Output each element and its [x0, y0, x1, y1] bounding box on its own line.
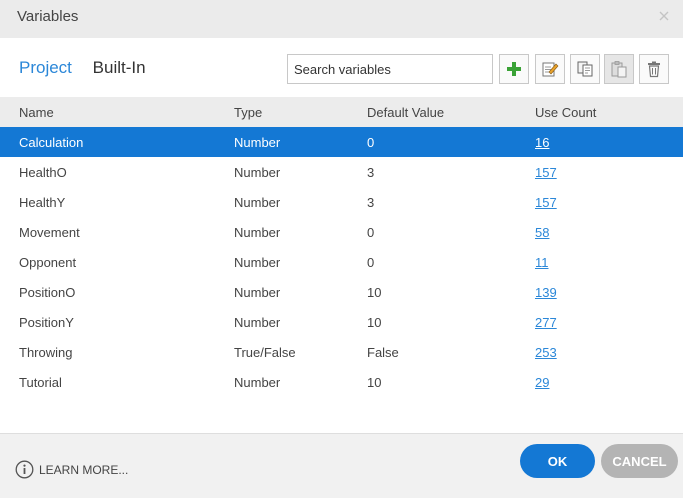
column-header-type[interactable]: Type [234, 105, 262, 120]
variable-type: Number [234, 375, 281, 390]
title-bar: Variables [0, 0, 683, 38]
variable-name: PositionY [19, 315, 74, 330]
column-header-default-value[interactable]: Default Value [367, 105, 444, 120]
variable-name: Opponent [19, 255, 77, 270]
variable-default-value: 0 [367, 135, 375, 150]
table-row[interactable]: Tutorial Number 10 29 [0, 367, 683, 397]
use-count-link[interactable]: 16 [535, 135, 549, 150]
copy-icon [577, 61, 593, 77]
use-count-link[interactable]: 29 [535, 375, 549, 390]
paste-variable-button[interactable] [604, 54, 634, 84]
delete-icon [648, 61, 660, 78]
delete-variable-button[interactable] [639, 54, 669, 84]
variable-default-value: 10 [367, 375, 382, 390]
variable-type: Number [234, 255, 281, 270]
variable-name: Throwing [19, 345, 73, 360]
learn-more-link[interactable]: LEARN MORE... [15, 460, 128, 479]
table-header: Name Type Default Value Use Count [0, 97, 683, 127]
variable-type: Number [234, 285, 281, 300]
variable-type: Number [234, 135, 281, 150]
variable-name: Tutorial [19, 375, 62, 390]
variable-default-value: 0 [367, 255, 375, 270]
info-icon [15, 460, 34, 479]
table-row[interactable]: HealthO Number 3 157 [0, 157, 683, 187]
window-title: Variables [17, 8, 79, 25]
variable-name: HealthY [19, 195, 66, 210]
variables-table: Calculation Number 0 16 HealthO Number 3… [0, 127, 683, 397]
variable-type: Number [234, 165, 281, 180]
use-count-link[interactable]: 253 [535, 345, 557, 360]
add-icon [507, 62, 521, 76]
table-row[interactable]: PositionO Number 10 139 [0, 277, 683, 307]
variable-name: HealthO [19, 165, 67, 180]
table-row[interactable]: Opponent Number 0 11 [0, 247, 683, 277]
use-count-link[interactable]: 277 [535, 315, 557, 330]
use-count-link[interactable]: 157 [535, 195, 557, 210]
variable-default-value: 10 [367, 315, 382, 330]
variable-default-value: 3 [367, 195, 375, 210]
variable-type: Number [234, 225, 281, 240]
tab-bar: Project Built-In [19, 58, 162, 78]
variable-default-value: False [367, 345, 399, 360]
table-row[interactable]: PositionY Number 10 277 [0, 307, 683, 337]
paste-icon [611, 61, 627, 78]
use-count-link[interactable]: 157 [535, 165, 557, 180]
table-row[interactable]: Calculation Number 0 16 [0, 127, 683, 157]
edit-icon [542, 62, 559, 77]
ok-button[interactable]: OK [520, 444, 595, 478]
variable-name: Calculation [19, 135, 84, 150]
cancel-button[interactable]: CANCEL [601, 444, 678, 478]
use-count-link[interactable]: 139 [535, 285, 557, 300]
table-row[interactable]: HealthY Number 3 157 [0, 187, 683, 217]
use-count-link[interactable]: 11 [535, 255, 549, 270]
tab-built-in[interactable]: Built-In [93, 58, 146, 78]
variable-default-value: 3 [367, 165, 375, 180]
column-header-name[interactable]: Name [19, 105, 54, 120]
variable-name: PositionO [19, 285, 76, 300]
table-row[interactable]: Movement Number 0 58 [0, 217, 683, 247]
edit-variable-button[interactable] [535, 54, 565, 84]
variable-type: Number [234, 315, 281, 330]
variable-default-value: 10 [367, 285, 382, 300]
dialog-footer: LEARN MORE... OK CANCEL [0, 433, 683, 498]
variable-type: True/False [234, 345, 296, 360]
variable-name: Movement [19, 225, 80, 240]
column-header-use-count[interactable]: Use Count [535, 105, 596, 120]
variable-default-value: 0 [367, 225, 375, 240]
search-input[interactable] [287, 54, 493, 84]
use-count-link[interactable]: 58 [535, 225, 549, 240]
tab-project[interactable]: Project [19, 58, 72, 78]
table-row[interactable]: Throwing True/False False 253 [0, 337, 683, 367]
add-variable-button[interactable] [499, 54, 529, 84]
variable-type: Number [234, 195, 281, 210]
close-icon[interactable] [657, 9, 671, 23]
learn-more-label: LEARN MORE... [39, 462, 129, 477]
duplicate-variable-button[interactable] [570, 54, 600, 84]
